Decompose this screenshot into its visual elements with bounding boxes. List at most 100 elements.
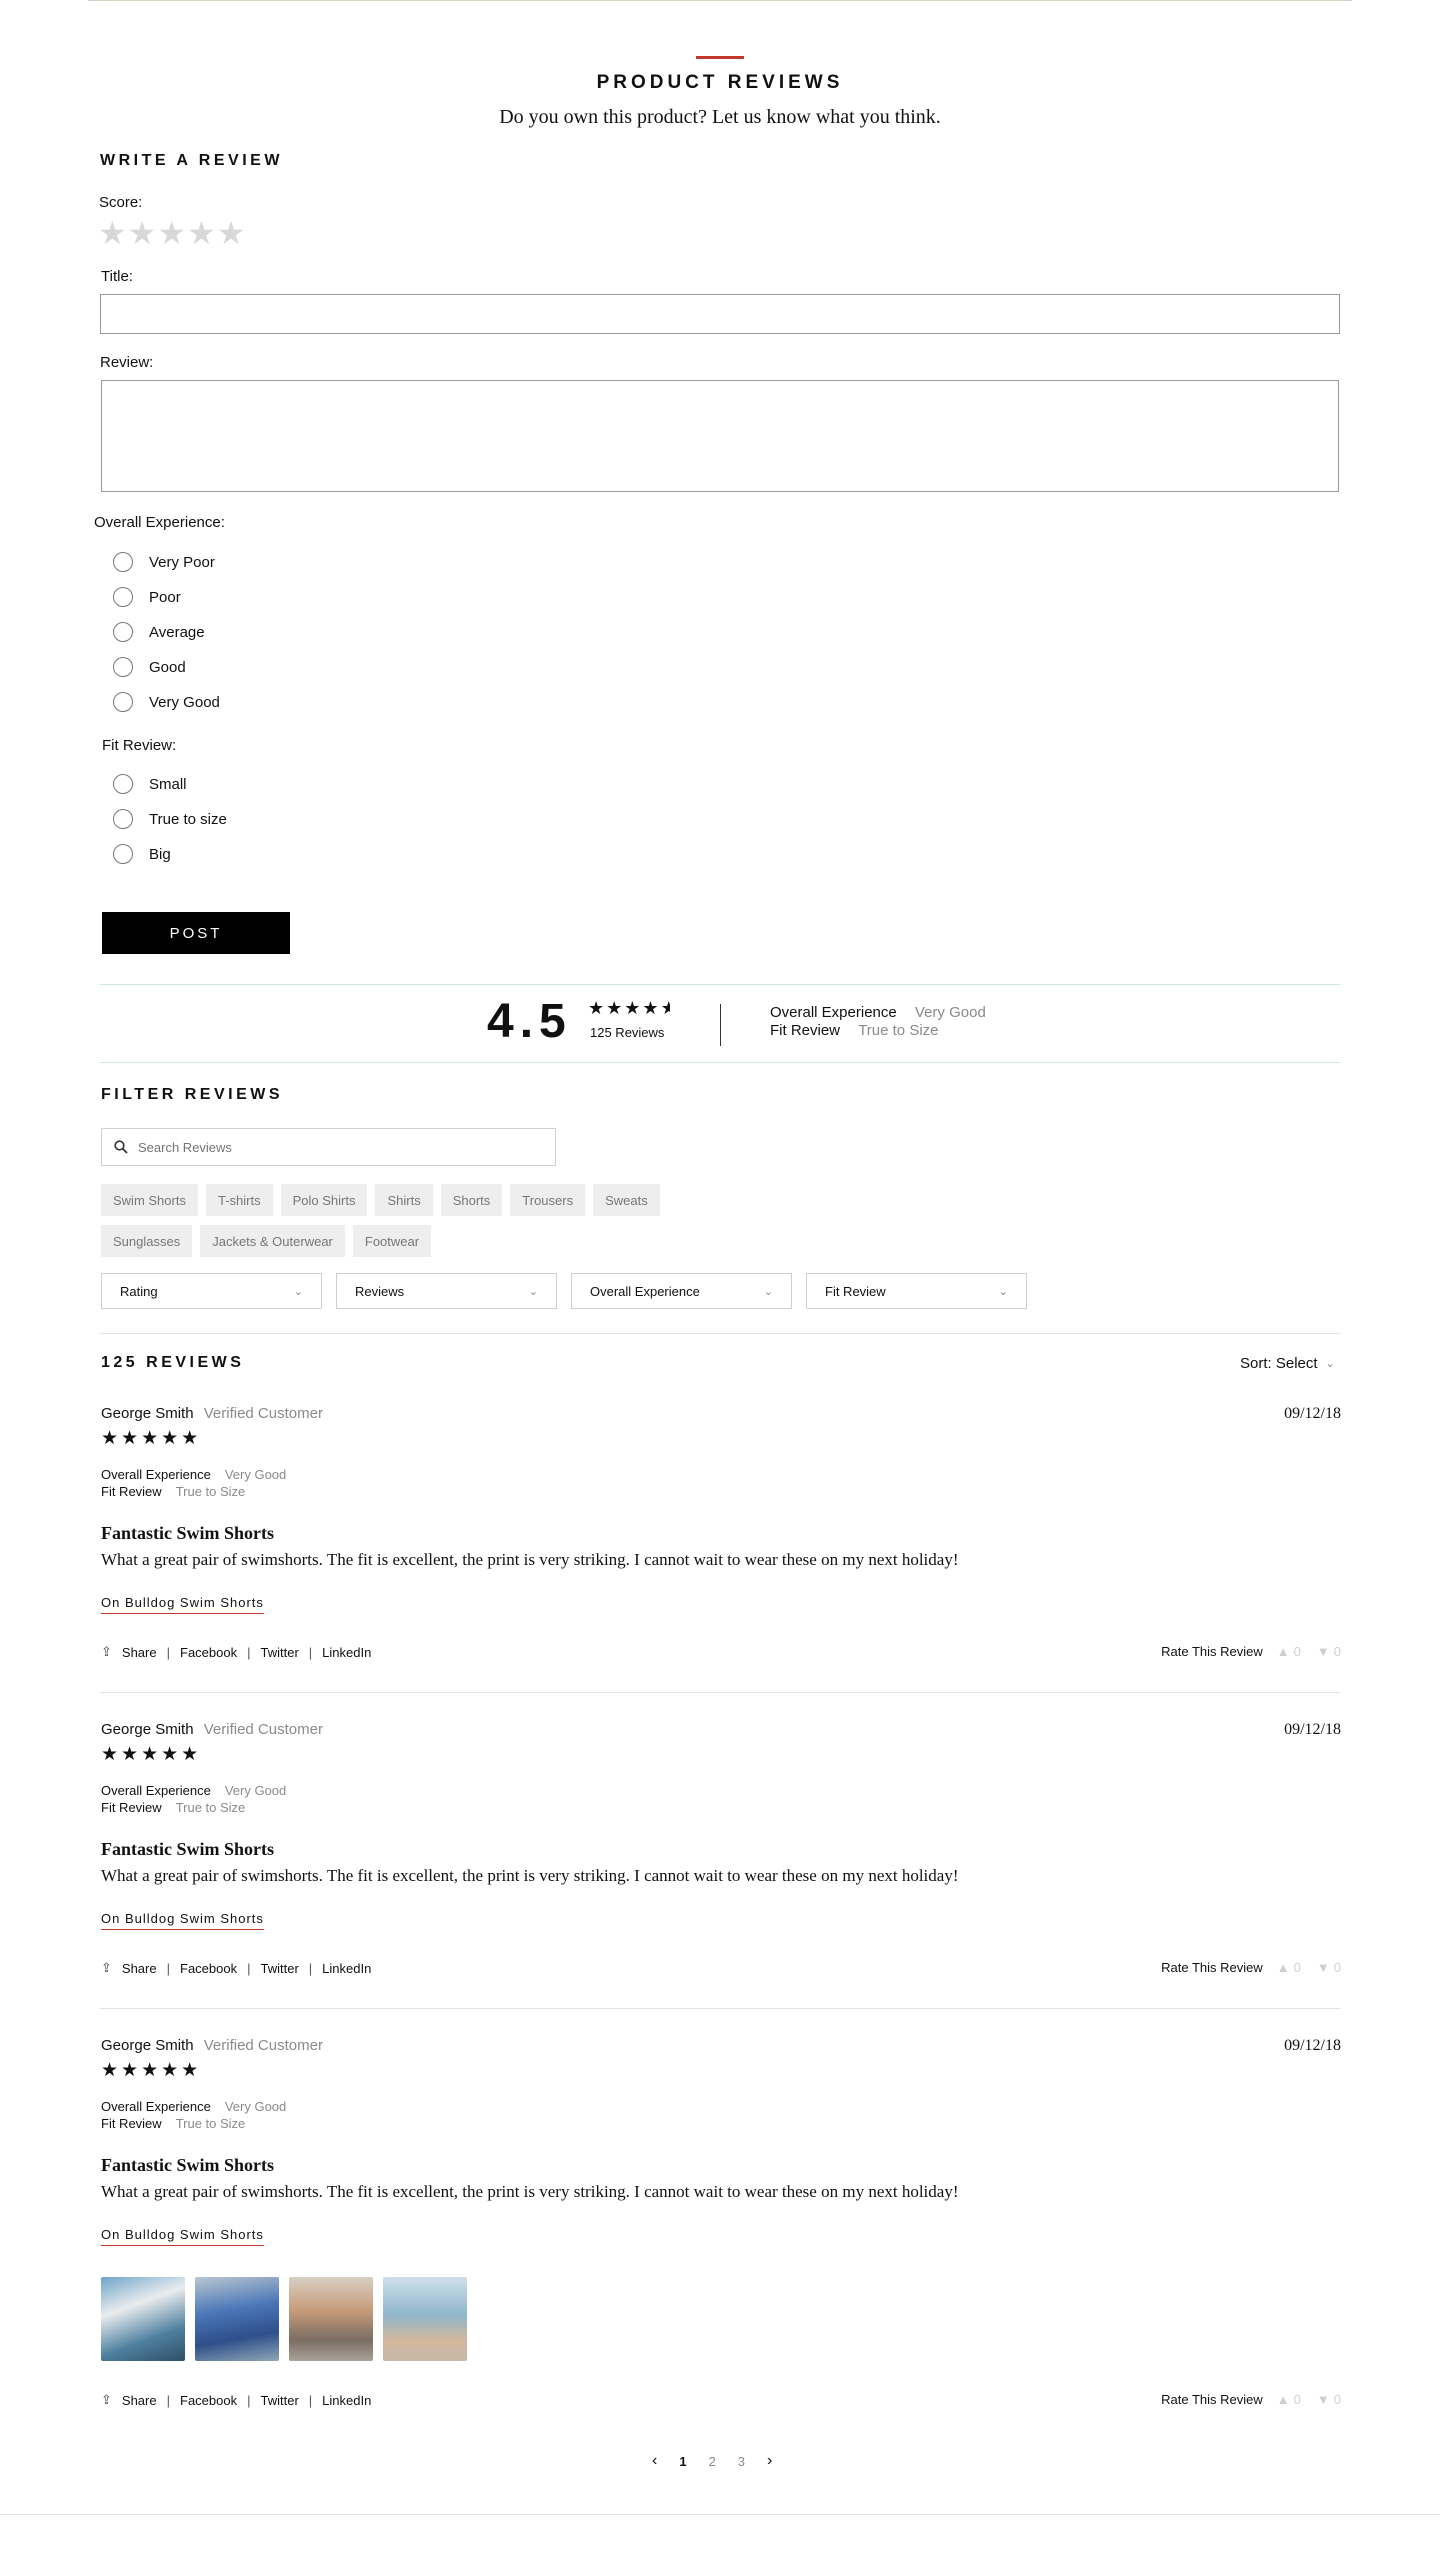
review-photo[interactable] [383, 2277, 467, 2361]
category-chip[interactable]: Sunglasses [101, 1225, 193, 1257]
share-link[interactable]: Share [122, 1645, 157, 1660]
star-icon[interactable]: ★ [187, 215, 217, 251]
facebook-link[interactable]: Facebook [180, 1645, 237, 1660]
radio-option[interactable]: Very Poor [113, 550, 220, 574]
page-link[interactable]: 2 [709, 2454, 716, 2469]
fit-review-dropdown[interactable]: Fit Review ⌄ [806, 1273, 1027, 1309]
page-link[interactable]: 1 [679, 2454, 686, 2469]
category-chip[interactable]: Sweats [593, 1184, 660, 1216]
category-chip[interactable]: T-shirts [205, 1184, 273, 1216]
category-chip[interactable]: Trousers [510, 1184, 586, 1216]
write-review-heading: WRITE A REVIEW [100, 152, 283, 169]
thumbs-up-icon[interactable]: ▲ [1277, 2392, 1290, 2407]
radio-button[interactable] [113, 774, 133, 794]
half-star-icon: ★ [661, 998, 670, 1019]
next-page-icon[interactable]: › [767, 2452, 772, 2470]
thumbs-down-icon[interactable]: ▼ [1317, 2392, 1330, 2407]
star-icon[interactable]: ★ [98, 215, 128, 251]
radio-button[interactable] [113, 844, 133, 864]
star-icon: ★★★★★ [101, 1744, 202, 1765]
radio-option[interactable]: Average [113, 620, 220, 644]
radio-option[interactable]: Very Good [113, 690, 220, 714]
dropdown-label: Rating [120, 1283, 158, 1299]
review-item: George Smith Verified Customer 09/12/18 … [101, 2037, 1341, 2417]
review-photos [101, 2277, 467, 2361]
overall-experience-dropdown[interactable]: Overall Experience ⌄ [571, 1273, 792, 1309]
share-link[interactable]: Share [122, 1961, 157, 1976]
share-icon[interactable]: ⇪ [101, 1960, 112, 1976]
category-chip[interactable]: Shorts [440, 1184, 503, 1216]
linkedin-link[interactable]: LinkedIn [322, 1645, 371, 1660]
radio-option[interactable]: Small [113, 772, 227, 796]
category-chip[interactable]: Polo Shirts [280, 1184, 368, 1216]
twitter-link[interactable]: Twitter [260, 1645, 298, 1660]
category-chips-row1: Swim Shorts T-shirts Polo Shirts Shirts … [101, 1184, 660, 1216]
twitter-link[interactable]: Twitter [260, 2393, 298, 2408]
search-box[interactable] [101, 1128, 556, 1166]
share-icon[interactable]: ⇪ [101, 2392, 112, 2408]
filter-divider [100, 1333, 1340, 1334]
thumbs-down-icon[interactable]: ▼ [1317, 1960, 1330, 1975]
review-photo[interactable] [195, 2277, 279, 2361]
accent-bar [696, 56, 744, 59]
share-icon[interactable]: ⇪ [101, 1644, 112, 1660]
review-item: George Smith Verified Customer 09/12/18 … [101, 1405, 1341, 1660]
prev-page-icon[interactable]: ‹ [652, 2452, 657, 2470]
score-star-input[interactable]: ★★★★★ [98, 214, 246, 252]
category-chip[interactable]: Swim Shorts [101, 1184, 198, 1216]
page-link[interactable]: 3 [738, 2454, 745, 2469]
category-chip[interactable]: Footwear [352, 1225, 432, 1257]
sort-dropdown[interactable]: Sort: Select ⌄ [1240, 1355, 1335, 1372]
fit-review-options: Small True to size Big [113, 772, 227, 866]
review-product-link[interactable]: On Bulldog Swim Shorts [101, 1911, 264, 1930]
review-product-link[interactable]: On Bulldog Swim Shorts [101, 1595, 264, 1614]
share-link[interactable]: Share [122, 2393, 157, 2408]
radio-option[interactable]: Good [113, 655, 220, 679]
radio-button[interactable] [113, 692, 133, 712]
star-icon[interactable]: ★ [128, 215, 158, 251]
thumbs-down-icon[interactable]: ▼ [1317, 1644, 1330, 1659]
radio-option[interactable]: Poor [113, 585, 220, 609]
radio-button[interactable] [113, 622, 133, 642]
review-author: George Smith [101, 1721, 194, 1738]
review-textarea[interactable] [101, 380, 1339, 492]
facebook-link[interactable]: Facebook [180, 1961, 237, 1976]
review-date: 09/12/18 [1284, 1405, 1341, 1422]
review-product-link[interactable]: On Bulldog Swim Shorts [101, 2227, 264, 2246]
star-icon[interactable]: ★ [217, 215, 247, 251]
radio-button[interactable] [113, 657, 133, 677]
category-chip[interactable]: Jackets & Outerwear [200, 1225, 345, 1257]
radio-button[interactable] [113, 587, 133, 607]
review-stars: ★★★★★ [101, 1427, 201, 1450]
page-subtitle: Do you own this product? Let us know wha… [499, 106, 941, 128]
review-body: What a great pair of swimshorts. The fit… [101, 1550, 959, 1569]
rating-dropdown[interactable]: Rating ⌄ [101, 1273, 322, 1309]
review-photo[interactable] [101, 2277, 185, 2361]
linkedin-link[interactable]: LinkedIn [322, 2393, 371, 2408]
star-icon[interactable]: ★ [157, 215, 187, 251]
review-photo[interactable] [289, 2277, 373, 2361]
search-input[interactable] [138, 1139, 538, 1155]
summary-fit: Fit Review True to Size [770, 1022, 939, 1039]
post-button[interactable]: POST [102, 912, 290, 954]
facebook-link[interactable]: Facebook [180, 2393, 237, 2408]
category-chip[interactable]: Shirts [375, 1184, 433, 1216]
summary-separator [720, 1004, 721, 1046]
title-input[interactable] [100, 294, 1340, 334]
verified-badge: Verified Customer [203, 1721, 323, 1738]
reviews-dropdown[interactable]: Reviews ⌄ [336, 1273, 557, 1309]
thumbs-up-icon[interactable]: ▲ [1277, 1960, 1290, 1975]
review-divider [100, 1692, 1340, 1693]
summary-overall-label: Overall Experience [770, 1004, 897, 1021]
star-icon: ★ [606, 998, 625, 1018]
thumbs-up-icon[interactable]: ▲ [1277, 1644, 1290, 1659]
share-row: ⇪ Share | Facebook | Twitter | LinkedIn [101, 1644, 372, 1660]
radio-button[interactable] [113, 552, 133, 572]
linkedin-link[interactable]: LinkedIn [322, 1961, 371, 1976]
radio-option[interactable]: True to size [113, 807, 227, 831]
radio-option[interactable]: Big [113, 842, 227, 866]
twitter-link[interactable]: Twitter [260, 1961, 298, 1976]
summary-fit-label: Fit Review [770, 1022, 841, 1039]
review-fit: Fit Review True to Size [101, 1800, 245, 1815]
radio-button[interactable] [113, 809, 133, 829]
